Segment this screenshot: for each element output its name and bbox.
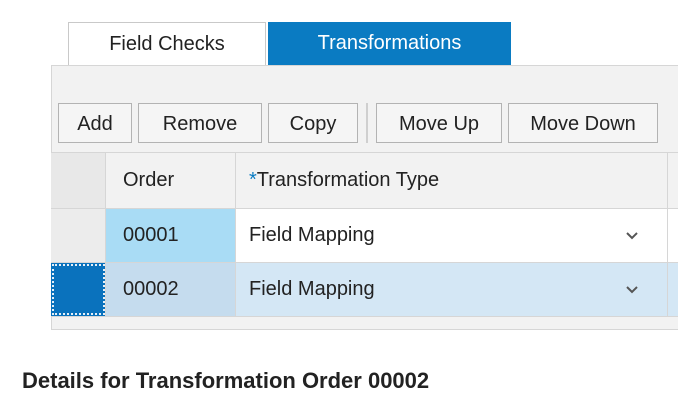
toolbar-separator [366, 103, 368, 143]
select-all-cell[interactable] [51, 153, 106, 208]
transformation-type-value: Field Mapping [249, 278, 375, 300]
order-value: 00001 [123, 224, 179, 246]
order-cell[interactable]: 00002 [106, 263, 236, 316]
remove-button[interactable]: Remove [138, 103, 262, 143]
row-filler [668, 209, 678, 262]
details-heading: Details for Transformation Order 00002 [22, 368, 430, 393]
row-filler [668, 263, 678, 316]
add-button[interactable]: Add [58, 103, 132, 143]
tab-field-checks[interactable]: Field Checks [68, 22, 266, 65]
table-toolbar: Add Remove Copy Move Up Move Down [58, 100, 678, 146]
row-selector[interactable] [51, 209, 106, 262]
column-header-label: Order [123, 169, 175, 191]
move-up-button[interactable]: Move Up [376, 103, 502, 143]
row-selector[interactable] [51, 263, 106, 316]
column-header-transformation-type[interactable]: * Transformation Type [236, 153, 668, 208]
column-header-order[interactable]: Order [106, 153, 236, 208]
move-down-button[interactable]: Move Down [508, 103, 658, 143]
chevron-down-icon[interactable] [625, 283, 639, 297]
table-row[interactable]: 00002 Field Mapping [51, 263, 678, 317]
tab-bar: Field Checks Transformations [68, 22, 511, 66]
copy-button[interactable]: Copy [268, 103, 358, 143]
transformation-type-select[interactable]: Field Mapping [236, 209, 668, 262]
transformation-type-value: Field Mapping [249, 224, 375, 246]
transformation-type-select[interactable]: Field Mapping [236, 263, 668, 316]
required-marker: * [249, 169, 257, 191]
column-header-filler [668, 153, 678, 208]
tab-transformations[interactable]: Transformations [268, 22, 511, 65]
table-header-row: Order * Transformation Type [51, 153, 678, 209]
table-row[interactable]: 00001 Field Mapping [51, 209, 678, 263]
chevron-down-icon[interactable] [625, 229, 639, 243]
order-value: 00002 [123, 278, 179, 300]
order-cell[interactable]: 00001 [106, 209, 236, 262]
column-header-label: Transformation Type [256, 169, 440, 191]
transformations-table: Order * Transformation Type 00001 Field M… [51, 152, 678, 317]
